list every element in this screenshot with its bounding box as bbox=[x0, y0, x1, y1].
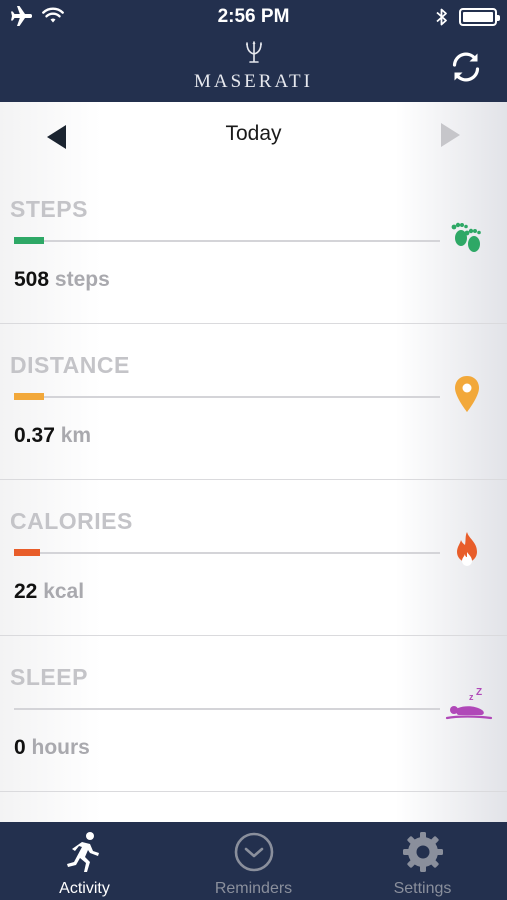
svg-text:z: z bbox=[469, 692, 474, 702]
progress-track bbox=[14, 237, 440, 244]
gear-icon bbox=[402, 832, 443, 872]
tab-label: Activity bbox=[59, 880, 110, 897]
tab-reminders[interactable]: Reminders bbox=[169, 822, 338, 900]
brand-wordmark: MASERATI bbox=[193, 71, 313, 92]
metric-value: 22 kcal bbox=[14, 580, 84, 604]
tab-activity[interactable]: Activity bbox=[0, 822, 169, 900]
flame-icon bbox=[457, 532, 477, 566]
refresh-icon[interactable] bbox=[449, 50, 483, 84]
brand-logo: MASERATI bbox=[0, 40, 507, 93]
header-bar: 2:56 PM MASERATI bbox=[0, 0, 507, 102]
progress-track bbox=[14, 549, 440, 556]
metric-number: 22 bbox=[14, 580, 38, 603]
progress-track bbox=[14, 393, 440, 400]
metric-distance[interactable]: DISTANCE 0.37 km bbox=[0, 324, 507, 480]
tab-label: Settings bbox=[393, 880, 452, 897]
day-label: Today bbox=[225, 122, 282, 145]
metric-title: STEPS bbox=[10, 196, 88, 222]
activity-content: Today STEPS 508 steps DISTANCE 0.37 km C… bbox=[0, 102, 507, 822]
metric-number: 0.37 bbox=[14, 424, 55, 447]
svg-text:Z: Z bbox=[476, 687, 482, 698]
metric-sleep[interactable]: SLEEP 0 hours z Z bbox=[0, 636, 507, 792]
location-pin-icon bbox=[455, 376, 479, 412]
metric-unit: steps bbox=[54, 268, 110, 291]
tab-label: Reminders bbox=[214, 880, 293, 897]
metric-value: 0.37 km bbox=[14, 424, 91, 448]
progress-bar bbox=[14, 549, 40, 556]
progress-track bbox=[14, 708, 440, 710]
metric-steps[interactable]: STEPS 508 steps bbox=[0, 168, 507, 324]
day-navigator: Today bbox=[0, 102, 507, 168]
tab-bar: Activity Reminders Settings bbox=[0, 822, 507, 900]
sleeping-person-icon: z Z bbox=[445, 687, 493, 720]
tab-settings[interactable]: Settings bbox=[338, 822, 507, 900]
trident-icon bbox=[245, 41, 262, 63]
status-right bbox=[435, 7, 500, 27]
progress-bar bbox=[14, 393, 44, 400]
status-bar: 2:56 PM bbox=[0, 0, 507, 34]
battery-icon bbox=[459, 8, 500, 26]
metric-title: CALORIES bbox=[10, 508, 133, 534]
metric-calories[interactable]: CALORIES 22 kcal bbox=[0, 480, 507, 636]
metric-value: 0 hours bbox=[14, 736, 90, 760]
metric-unit: kcal bbox=[43, 580, 85, 603]
metric-title: SLEEP bbox=[10, 664, 88, 690]
bluetooth-icon bbox=[436, 8, 447, 26]
metric-number: 0 bbox=[14, 736, 26, 759]
metric-unit: km bbox=[60, 424, 92, 447]
metric-unit: hours bbox=[31, 736, 90, 759]
status-time: 2:56 PM bbox=[217, 6, 290, 27]
progress-bar bbox=[14, 237, 44, 244]
metric-value: 508 steps bbox=[14, 268, 110, 292]
next-day-button[interactable] bbox=[439, 122, 461, 148]
runner-icon bbox=[66, 832, 99, 872]
metric-title: DISTANCE bbox=[10, 352, 130, 378]
clock-icon bbox=[234, 832, 273, 872]
footprints-icon bbox=[451, 222, 481, 252]
metric-number: 508 bbox=[14, 268, 50, 291]
